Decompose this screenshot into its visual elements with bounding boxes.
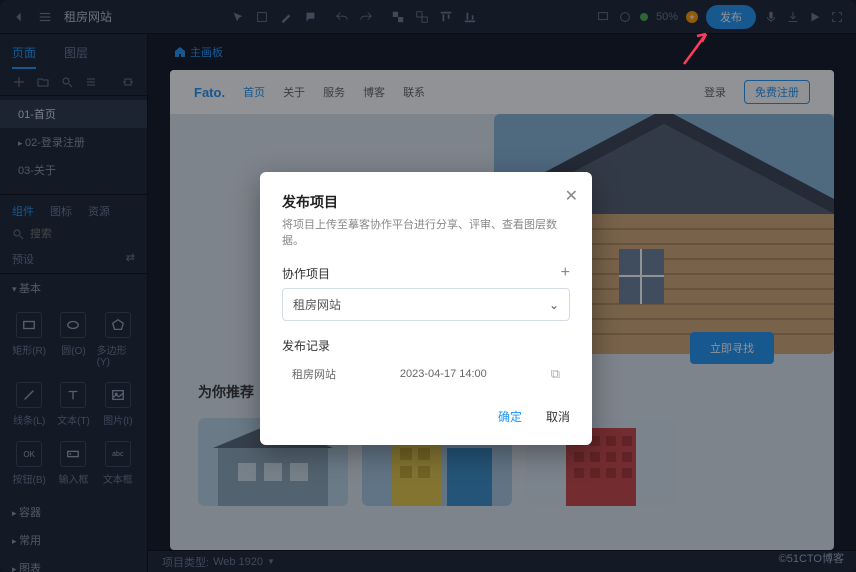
publish-modal: ✕ 发布项目 将项目上传至摹客协作平台进行分享、评审、查看图层数据。 协作项目 … — [260, 172, 592, 445]
ok-button[interactable]: 确定 — [498, 408, 522, 425]
project-select-value: 租房网站 — [293, 296, 341, 313]
project-select[interactable]: 租房网站 ⌄ — [282, 288, 570, 321]
close-icon[interactable]: ✕ — [565, 186, 578, 206]
project-label: 协作项目 — [282, 265, 330, 282]
history-name: 租房网站 — [292, 366, 336, 382]
chevron-down-icon: ⌄ — [549, 298, 559, 312]
history-label: 发布记录 — [282, 337, 330, 354]
add-project-icon[interactable]: + — [561, 264, 570, 282]
cancel-button[interactable]: 取消 — [546, 408, 570, 425]
modal-title: 发布项目 — [282, 192, 570, 212]
watermark: ©51CTO博客 — [779, 550, 844, 566]
history-item: 租房网站 2023-04-17 14:00 ⧉ — [282, 360, 570, 388]
modal-subtitle: 将项目上传至摹客协作平台进行分享、评审、查看图层数据。 — [282, 216, 570, 248]
history-time: 2023-04-17 14:00 — [400, 368, 487, 380]
external-link-icon[interactable]: ⧉ — [551, 366, 560, 382]
